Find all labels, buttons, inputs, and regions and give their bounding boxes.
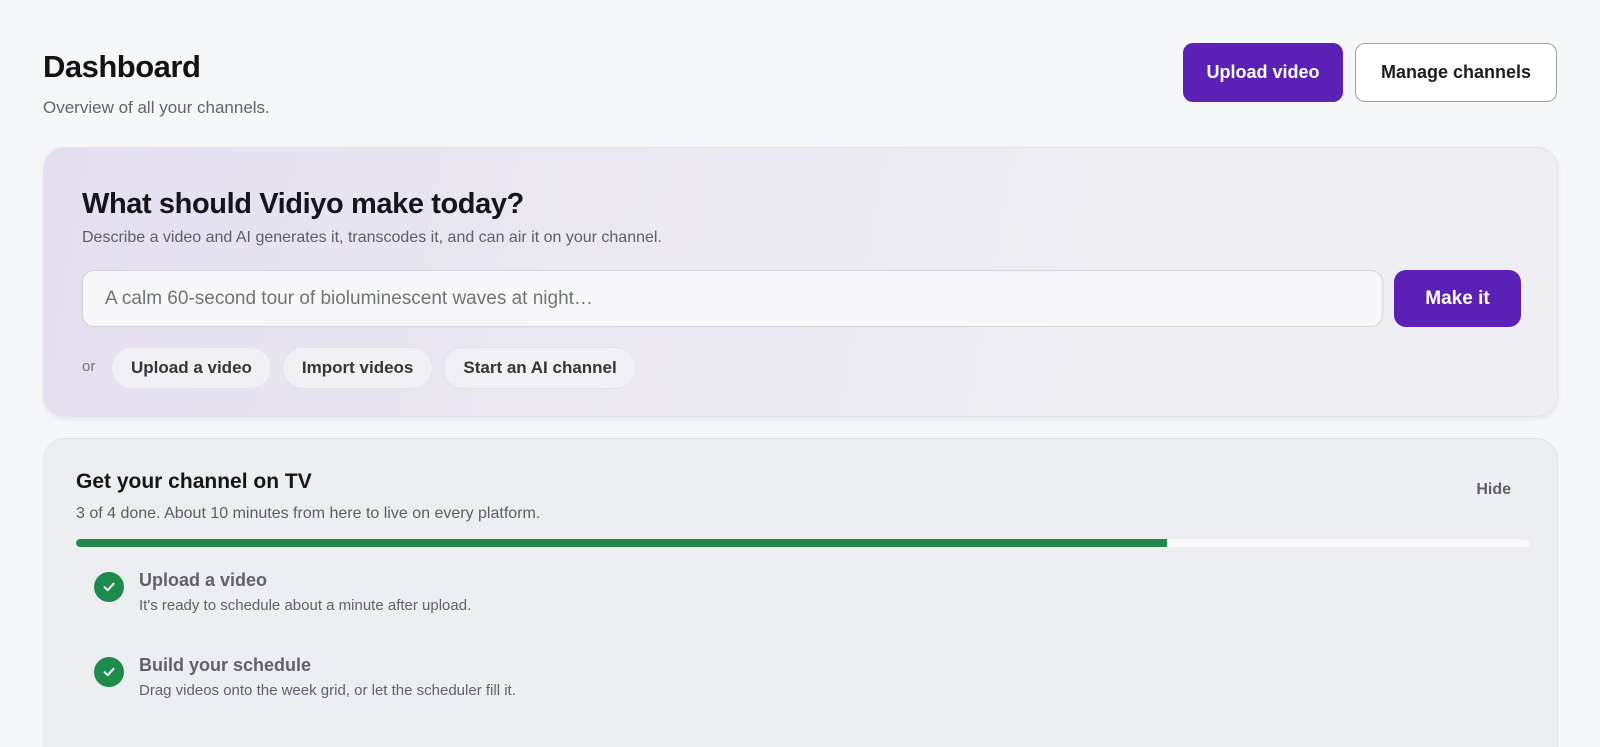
page-subtitle: Overview of all your channels. [43, 98, 270, 118]
step-description: Drag videos onto the week grid, or let t… [139, 682, 516, 699]
step-text: Upload a video It's ready to schedule ab… [139, 570, 471, 614]
check-icon [94, 572, 124, 602]
upload-a-video-chip[interactable]: Upload a video [111, 347, 272, 389]
step-title: Build your schedule [139, 655, 312, 675]
check-icon [94, 657, 124, 687]
or-label: or [82, 358, 96, 375]
step-title: Upload a video [139, 570, 268, 590]
dashboard-page: Dashboard Overview of all your channels.… [0, 0, 1600, 747]
checklist-step-schedule[interactable]: Build your schedule Drag videos onto the… [94, 655, 516, 699]
step-description: It's ready to schedule about a minute af… [139, 597, 472, 614]
step-text: Build your schedule Drag videos onto the… [139, 655, 516, 699]
onboarding-checklist: Get your channel on TV 3 of 4 done. Abou… [43, 438, 1558, 747]
page-header: Dashboard Overview of all your channels. [43, 49, 270, 118]
make-it-button[interactable]: Make it [1394, 270, 1521, 327]
quick-actions: Upload a video Import videos Start an AI… [111, 347, 637, 389]
upload-video-button[interactable]: Upload video [1183, 43, 1343, 102]
progress-bar [76, 539, 1530, 547]
page-title: Dashboard [43, 49, 201, 84]
checklist-subtitle: 3 of 4 done. About 10 minutes from here … [76, 505, 541, 522]
import-videos-chip[interactable]: Import videos [281, 347, 434, 389]
progress-bar-fill [76, 539, 1167, 547]
hero-subtitle: Describe a video and AI generates it, tr… [82, 229, 662, 246]
start-ai-channel-chip[interactable]: Start an AI channel [443, 347, 637, 389]
checklist-title: Get your channel on TV [76, 470, 312, 493]
hide-checklist-button[interactable]: Hide [1476, 481, 1511, 499]
checklist-step-upload[interactable]: Upload a video It's ready to schedule ab… [94, 570, 471, 614]
manage-channels-button[interactable]: Manage channels [1355, 43, 1557, 102]
header-actions: Upload video Manage channels [1183, 43, 1557, 102]
hero-title: What should Vidiyo make today? [82, 188, 524, 220]
ai-create-card: What should Vidiyo make today? Describe … [43, 147, 1558, 417]
video-prompt-input[interactable] [82, 270, 1383, 327]
